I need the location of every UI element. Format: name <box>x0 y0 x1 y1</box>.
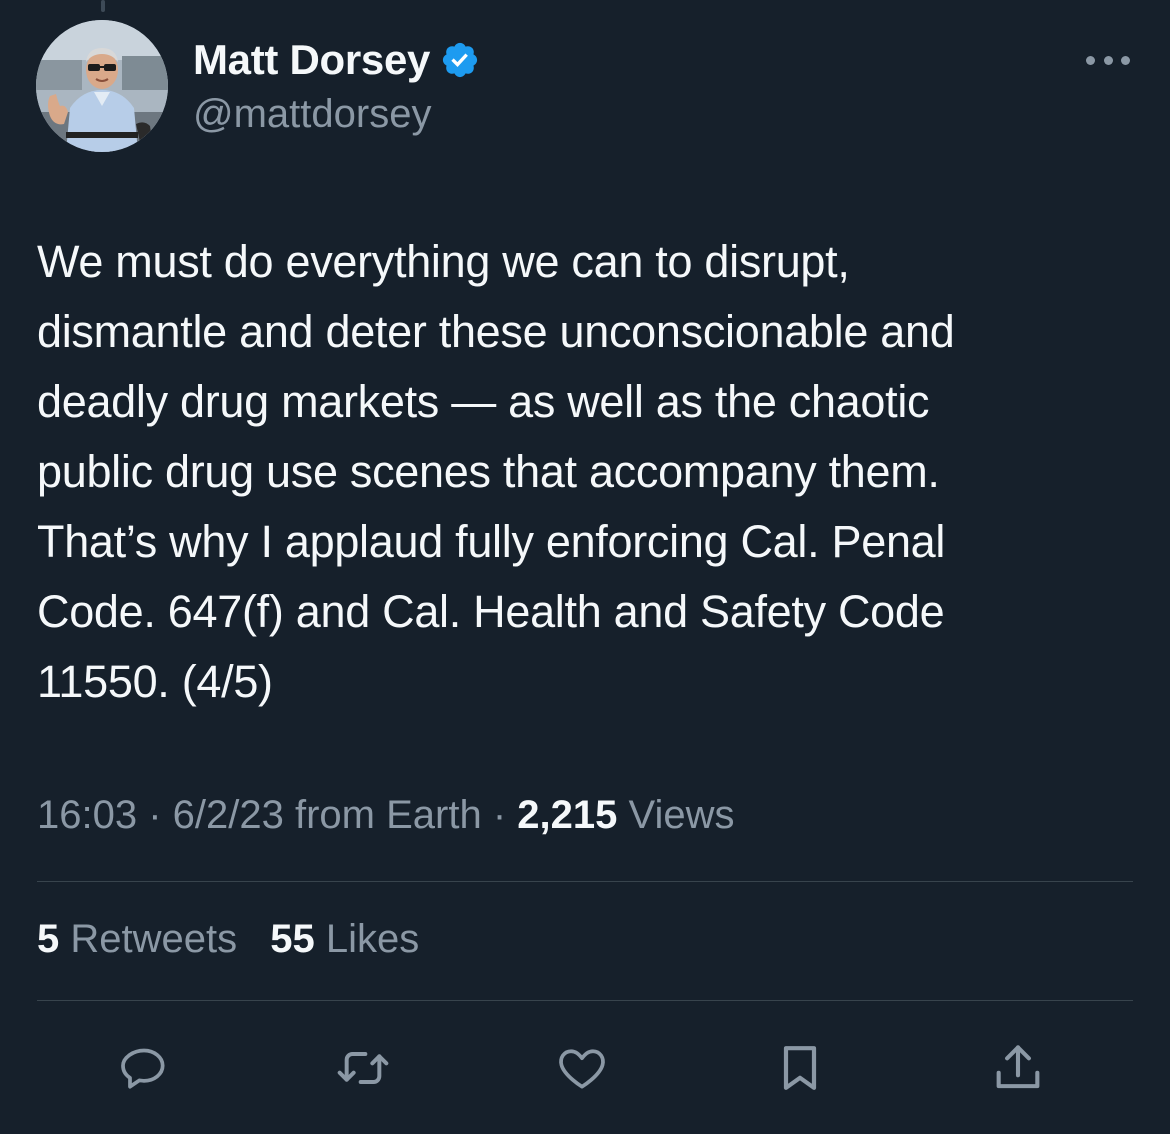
likes-stat[interactable]: 55 Likes <box>270 917 419 961</box>
views-label[interactable]: Views <box>629 793 735 837</box>
thread-connector-line <box>101 0 105 12</box>
author-handle[interactable]: @mattdorsey <box>193 92 431 137</box>
author-name-row[interactable]: Matt Dorsey <box>193 36 480 84</box>
like-icon <box>559 1049 605 1089</box>
likes-label: Likes <box>325 917 420 961</box>
avatar[interactable] <box>36 20 168 152</box>
tweet-source: from Earth <box>295 793 482 837</box>
like-button[interactable] <box>550 1036 614 1100</box>
retweets-label: Retweets <box>70 917 238 961</box>
tweet-meta: 16:03 · 6/2/23 from Earth · 2,215 Views <box>37 793 734 838</box>
tweet-time[interactable]: 16:03 <box>37 793 137 837</box>
reply-icon <box>121 1048 165 1089</box>
tweet-text: We must do everything we can to disrupt,… <box>37 236 955 707</box>
meta-separator: · <box>137 793 173 837</box>
author-display-name[interactable]: Matt Dorsey <box>193 36 430 84</box>
retweets-count: 5 <box>37 917 60 961</box>
share-button[interactable] <box>986 1036 1050 1100</box>
bookmark-icon <box>783 1046 817 1090</box>
views-count[interactable]: 2,215 <box>517 793 617 837</box>
meta-separator: · <box>481 793 518 837</box>
reply-button[interactable] <box>112 1036 176 1100</box>
avatar-photo <box>36 20 168 152</box>
verified-badge-icon <box>440 40 480 80</box>
divider <box>37 881 1133 882</box>
retweet-button[interactable] <box>331 1036 395 1100</box>
divider <box>37 1000 1133 1001</box>
share-icon <box>996 1045 1040 1089</box>
likes-count: 55 <box>270 917 315 961</box>
bookmark-button[interactable] <box>768 1036 832 1100</box>
more-options-icon[interactable] <box>1086 50 1130 70</box>
engagement-stats: 5 Retweets 55 Likes <box>37 917 441 962</box>
tweet-date[interactable]: 6/2/23 <box>173 793 284 837</box>
retweet-icon <box>337 1052 389 1084</box>
retweets-stat[interactable]: 5 Retweets <box>37 917 237 961</box>
